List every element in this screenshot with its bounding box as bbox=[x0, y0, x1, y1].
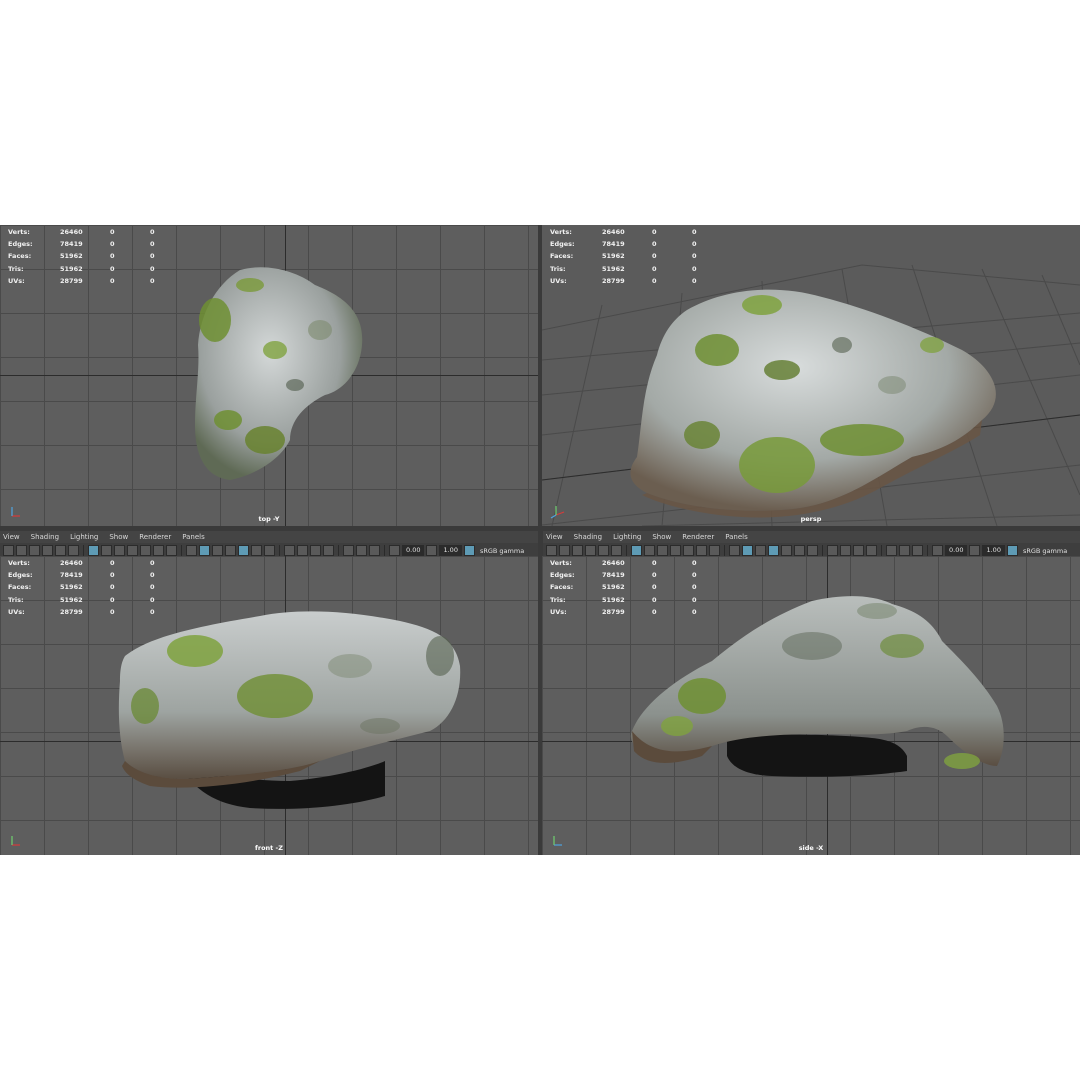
shadows-icon[interactable] bbox=[794, 545, 805, 556]
color-management-icon[interactable] bbox=[1006, 545, 1018, 556]
lights-icon[interactable] bbox=[238, 545, 249, 556]
gamma-field[interactable]: 1.00 bbox=[439, 545, 462, 556]
grid-icon[interactable] bbox=[631, 545, 642, 556]
camera-icon[interactable] bbox=[546, 545, 557, 556]
exposure-field[interactable]: 0.00 bbox=[402, 545, 425, 556]
wireframe-icon[interactable] bbox=[729, 545, 740, 556]
color-management-icon[interactable] bbox=[463, 545, 475, 556]
ambient-occlusion-icon[interactable] bbox=[807, 545, 818, 556]
texture-icon[interactable] bbox=[768, 545, 779, 556]
select-icon[interactable] bbox=[912, 545, 923, 556]
backface-icon[interactable] bbox=[899, 545, 910, 556]
safe-title-icon[interactable] bbox=[166, 545, 177, 556]
poly-count-hud: Verts: 26460 0 0 Edges: 78419 0 0 Faces: 51962 0… bbox=[8, 228, 155, 285]
resolution-gate-icon[interactable] bbox=[114, 545, 125, 556]
poly-count-hud: Verts: 26460 0 0 Edges: 78419 0 0 Faces: 51962 0… bbox=[550, 228, 697, 285]
poly-count-hud: Verts: 26460 0 0 Edges: 78419 0 0 Faces: 51962 0… bbox=[550, 559, 697, 616]
bookmark-icon[interactable] bbox=[572, 545, 583, 556]
isolate-icon[interactable] bbox=[310, 545, 321, 556]
exposure-icon[interactable] bbox=[932, 545, 943, 556]
film-gate-icon[interactable] bbox=[101, 545, 112, 556]
field-chart-icon[interactable] bbox=[140, 545, 151, 556]
image-plane-icon[interactable] bbox=[42, 545, 53, 556]
camera-icon[interactable] bbox=[3, 545, 14, 556]
xray-joints-icon[interactable] bbox=[886, 545, 897, 556]
viewport-persp[interactable]: Verts: 26460 0 0 Edges: 78419 0 0 Faces: 51962 0… bbox=[542, 225, 1080, 526]
exposure-icon[interactable] bbox=[389, 545, 400, 556]
bookmark-2-icon[interactable] bbox=[55, 545, 66, 556]
viewport-top[interactable]: Verts: 26460 0 0 Edges: 78419 0 0 Faces: 51962 0… bbox=[0, 225, 538, 526]
xray-joints-icon[interactable] bbox=[343, 545, 354, 556]
antialias-icon[interactable] bbox=[827, 545, 838, 556]
color-space-label[interactable]: sRGB gamma bbox=[477, 547, 524, 555]
gamma-field[interactable]: 1.00 bbox=[982, 545, 1005, 556]
separator bbox=[927, 545, 928, 556]
separator bbox=[822, 545, 823, 556]
bookmark-icon[interactable] bbox=[29, 545, 40, 556]
film-gate-icon[interactable] bbox=[644, 545, 655, 556]
bookmark-2-icon[interactable] bbox=[598, 545, 609, 556]
field-chart-icon[interactable] bbox=[683, 545, 694, 556]
gate-mask-icon[interactable] bbox=[670, 545, 681, 556]
pencil-icon[interactable] bbox=[68, 545, 79, 556]
grid-icon[interactable] bbox=[88, 545, 99, 556]
separator bbox=[881, 545, 882, 556]
shaded-icon[interactable] bbox=[199, 545, 210, 556]
isolate-icon[interactable] bbox=[853, 545, 864, 556]
shaded-icon[interactable] bbox=[742, 545, 753, 556]
viewport-front[interactable]: Verts: 26460 0 0 Edges: 78419 0 0 Faces: 51962 0… bbox=[0, 556, 538, 855]
separator bbox=[626, 545, 627, 556]
poly-count-hud: Verts: 26460 0 0 Edges: 78419 0 0 Faces: 51962 0… bbox=[8, 559, 155, 616]
ambient-occlusion-icon[interactable] bbox=[264, 545, 275, 556]
select-icon[interactable] bbox=[369, 545, 380, 556]
gamma-icon[interactable] bbox=[426, 545, 438, 556]
camera-label: top -Y bbox=[258, 515, 280, 523]
safe-title-icon[interactable] bbox=[709, 545, 720, 556]
safe-action-icon[interactable] bbox=[153, 545, 164, 556]
exposure-field[interactable]: 0.00 bbox=[945, 545, 968, 556]
camera-label: side -X bbox=[798, 844, 824, 852]
texture-icon[interactable] bbox=[225, 545, 236, 556]
camera-label: front -Z bbox=[255, 844, 283, 852]
separator bbox=[724, 545, 725, 556]
pencil-icon[interactable] bbox=[611, 545, 622, 556]
viewport-side[interactable]: Verts: 26460 0 0 Edges: 78419 0 0 Faces: 51962 0… bbox=[542, 556, 1080, 855]
gamma-icon[interactable] bbox=[969, 545, 981, 556]
wireframe-on-shaded-icon[interactable] bbox=[755, 545, 766, 556]
xray-icon[interactable] bbox=[866, 545, 877, 556]
camera-attr-icon[interactable] bbox=[559, 545, 570, 556]
camera-attr-icon[interactable] bbox=[16, 545, 27, 556]
backface-icon[interactable] bbox=[356, 545, 367, 556]
wireframe-on-shaded-icon[interactable] bbox=[212, 545, 223, 556]
image-plane-icon[interactable] bbox=[585, 545, 596, 556]
resolution-gate-icon[interactable] bbox=[657, 545, 668, 556]
xray-icon[interactable] bbox=[323, 545, 334, 556]
separator bbox=[181, 545, 182, 556]
shadows-icon[interactable] bbox=[251, 545, 262, 556]
maya-four-view-layout: Verts: 26460 0 0 Edges: 78419 0 0 Faces: 51962 0… bbox=[0, 225, 1080, 855]
antialias-icon[interactable] bbox=[284, 545, 295, 556]
depth-of-field-icon[interactable] bbox=[297, 545, 308, 556]
camera-label: persp bbox=[800, 515, 822, 523]
depth-of-field-icon[interactable] bbox=[840, 545, 851, 556]
wireframe-icon[interactable] bbox=[186, 545, 197, 556]
color-space-label[interactable]: sRGB gamma bbox=[1020, 547, 1067, 555]
gate-mask-icon[interactable] bbox=[127, 545, 138, 556]
lights-icon[interactable] bbox=[781, 545, 792, 556]
separator bbox=[384, 545, 385, 556]
separator bbox=[279, 545, 280, 556]
separator bbox=[83, 545, 84, 556]
separator bbox=[338, 545, 339, 556]
safe-action-icon[interactable] bbox=[696, 545, 707, 556]
